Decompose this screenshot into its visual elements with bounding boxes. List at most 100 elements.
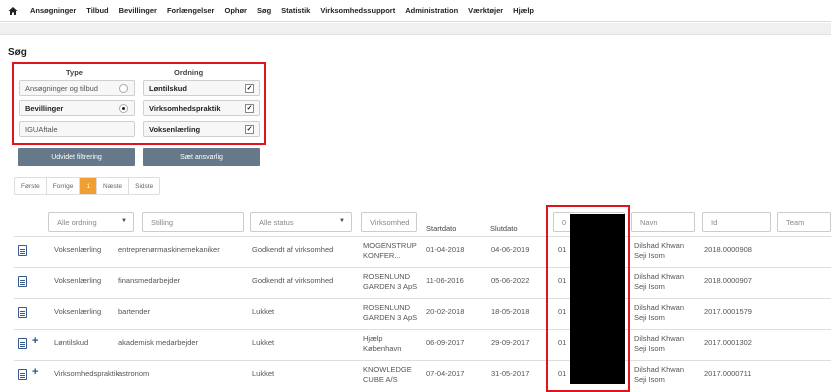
nav-soeg[interactable]: Søg — [257, 6, 271, 15]
cell-startdato: 01-04-2018 — [426, 245, 465, 254]
cell-startdato: 07-04-2017 — [426, 369, 465, 378]
home-icon[interactable] — [8, 6, 18, 16]
type-option-label: Bevillinger — [25, 103, 64, 113]
cell-virksomhed[interactable]: Hjælp København — [363, 334, 401, 354]
virksomhed-line-2: KONFER... — [363, 251, 401, 260]
chevron-down-icon: ▼ — [339, 218, 345, 224]
document-icon[interactable] — [18, 338, 27, 349]
status-select[interactable]: Alle status ▼ — [250, 212, 352, 232]
type-option-ansoegninger[interactable]: Ansøgninger og tilbud — [19, 80, 135, 96]
virksomhed-line-1: ROSENLUND — [363, 272, 411, 281]
cell-virksomhed[interactable]: MOGENSTRUP KONFER... — [363, 241, 417, 261]
nav-statistik[interactable]: Statistik — [281, 6, 310, 15]
pager-last[interactable]: Sidste — [129, 178, 159, 194]
cell-ordning: Voksenlærling — [54, 276, 102, 285]
cell-status: Lukket — [252, 307, 275, 316]
page-title: Søg — [8, 47, 27, 58]
cell-navn: Dilshad Khwan Seji Isom — [634, 303, 684, 323]
cell-stilling: astronom — [118, 369, 150, 378]
ordning-option-virksomhedspraktik[interactable]: Virksomhedspraktik ✓ — [143, 100, 260, 116]
cell-slutdato: 05-06-2022 — [491, 276, 530, 285]
cell-startdato: 20-02-2018 — [426, 307, 465, 316]
stilling-placeholder: Stilling — [151, 217, 174, 227]
virksomhed-line-2: GARDEN 3 ApS — [363, 313, 418, 322]
cell-virksomhed[interactable]: ROSENLUND GARDEN 3 ApS — [363, 272, 417, 292]
document-icon[interactable] — [18, 307, 27, 318]
cell-ordning: Voksenlærling — [54, 245, 102, 254]
top-nav: Ansøgninger Tilbud Bevillinger Forlængel… — [0, 0, 831, 22]
cell-virksomhed[interactable]: ROSENLUND GARDEN 3 ApS — [363, 303, 417, 323]
chevron-down-icon: ▼ — [121, 218, 127, 224]
cell-slutdato: 29-09-2017 — [491, 338, 530, 347]
ordning-select[interactable]: Alle ordning ▼ — [48, 212, 134, 232]
extended-filter-button[interactable]: Udvidet filtrering — [18, 148, 135, 166]
table-row[interactable]: Voksenlærling bartender Lukket ROSENLUND… — [14, 298, 831, 329]
startdato-header: Startdato — [426, 224, 457, 233]
plus-icon[interactable]: + — [32, 335, 38, 347]
cell-slutdato: 04-06-2019 — [491, 245, 530, 254]
navn-line-2: Seji Isom — [634, 251, 665, 260]
virksomhed-input[interactable]: Virksomhed — [361, 212, 417, 232]
cell-id: 2017.0001579 — [704, 307, 752, 316]
navn-input[interactable]: Navn — [631, 212, 695, 232]
nav-virksomhedssupport[interactable]: Virksomhedssupport — [320, 6, 395, 15]
cell-slutdato: 18-05-2018 — [491, 307, 530, 316]
navn-line-1: Dilshad Khwan — [634, 365, 685, 374]
plus-icon[interactable]: + — [32, 366, 38, 378]
cell-ordning: Voksenlærling — [54, 307, 102, 316]
cell-navn: Dilshad Khwan Seji Isom — [634, 365, 684, 385]
cell-stilling: akademisk medarbejder — [118, 338, 199, 347]
type-heading: Type — [66, 68, 83, 77]
nav-bevillinger[interactable]: Bevillinger — [119, 6, 157, 15]
virksomhed-placeholder: Virksomhed — [370, 217, 410, 227]
nav-forlaengelser[interactable]: Forlængelser — [167, 6, 215, 15]
document-icon[interactable] — [18, 276, 27, 287]
cell-navn: Dilshad Khwan Seji Isom — [634, 272, 684, 292]
stilling-input[interactable]: Stilling — [142, 212, 244, 232]
radio-button-selected[interactable] — [119, 104, 128, 113]
ordning-heading: Ordning — [174, 68, 204, 77]
id-input[interactable]: Id — [702, 212, 771, 232]
ordning-option-label: Voksenlærling — [149, 124, 201, 134]
navn-line-2: Seji Isom — [634, 344, 665, 353]
cell-id: 2018.0000907 — [704, 276, 752, 285]
set-responsible-button[interactable]: Sæt ansvarlig — [143, 148, 260, 166]
cell-stilling: entreprenørmaskinemekaniker — [118, 245, 220, 254]
document-icon[interactable] — [18, 245, 27, 256]
cell-stilling: finansmedarbejder — [118, 276, 181, 285]
checkbox[interactable]: ✓ — [245, 125, 254, 134]
pager-prev[interactable]: Forrige — [47, 178, 81, 194]
pager-next[interactable]: Næste — [97, 178, 130, 194]
pager-first[interactable]: Første — [15, 178, 47, 194]
table-row[interactable]: Voksenlærling finansmedarbejder Godkendt… — [14, 267, 831, 298]
checkbox[interactable]: ✓ — [245, 84, 254, 93]
nav-ophoer[interactable]: Ophør — [224, 6, 247, 15]
table-row[interactable]: + Virksomhedspraktik astronom Lukket KNO… — [14, 360, 831, 391]
nav-tilbud[interactable]: Tilbud — [86, 6, 108, 15]
table-row[interactable]: Voksenlærling entreprenørmaskinemekanike… — [14, 236, 831, 267]
ordning-option-loentilskud[interactable]: Løntilskud ✓ — [143, 80, 260, 96]
nav-hjaelp[interactable]: Hjælp — [513, 6, 534, 15]
ordning-option-voksenlaerling[interactable]: Voksenlærling ✓ — [143, 121, 260, 137]
table-row[interactable]: + Løntilskud akademisk medarbejder Lukke… — [14, 329, 831, 360]
nav-ansoegninger[interactable]: Ansøgninger — [30, 6, 76, 15]
cell-id: 2018.0000908 — [704, 245, 752, 254]
cell-navn: Dilshad Khwan Seji Isom — [634, 241, 684, 261]
virksomhed-line-1: ROSENLUND — [363, 303, 411, 312]
redaction-block — [570, 214, 625, 384]
radio-button[interactable] — [119, 84, 128, 93]
checkbox[interactable]: ✓ — [245, 104, 254, 113]
team-input[interactable]: Team — [777, 212, 831, 232]
document-icon[interactable] — [18, 369, 27, 380]
type-option-bevillinger[interactable]: Bevillinger — [19, 100, 135, 116]
cell-virksomhed[interactable]: KNOWLEDGE CUBE A/S — [363, 365, 412, 385]
status-select-value: Alle status — [259, 217, 294, 227]
nav-administration[interactable]: Administration — [405, 6, 458, 15]
pager-current[interactable]: 1 — [80, 178, 97, 194]
team-placeholder: Team — [786, 217, 805, 227]
type-option-iguaftale[interactable]: IGUAftale — [19, 121, 135, 137]
cell-ordning: Løntilskud — [54, 338, 89, 347]
cell-status: Lukket — [252, 338, 275, 347]
cell-startdato: 06-09-2017 — [426, 338, 465, 347]
nav-vaerktoejer[interactable]: Værktøjer — [468, 6, 503, 15]
